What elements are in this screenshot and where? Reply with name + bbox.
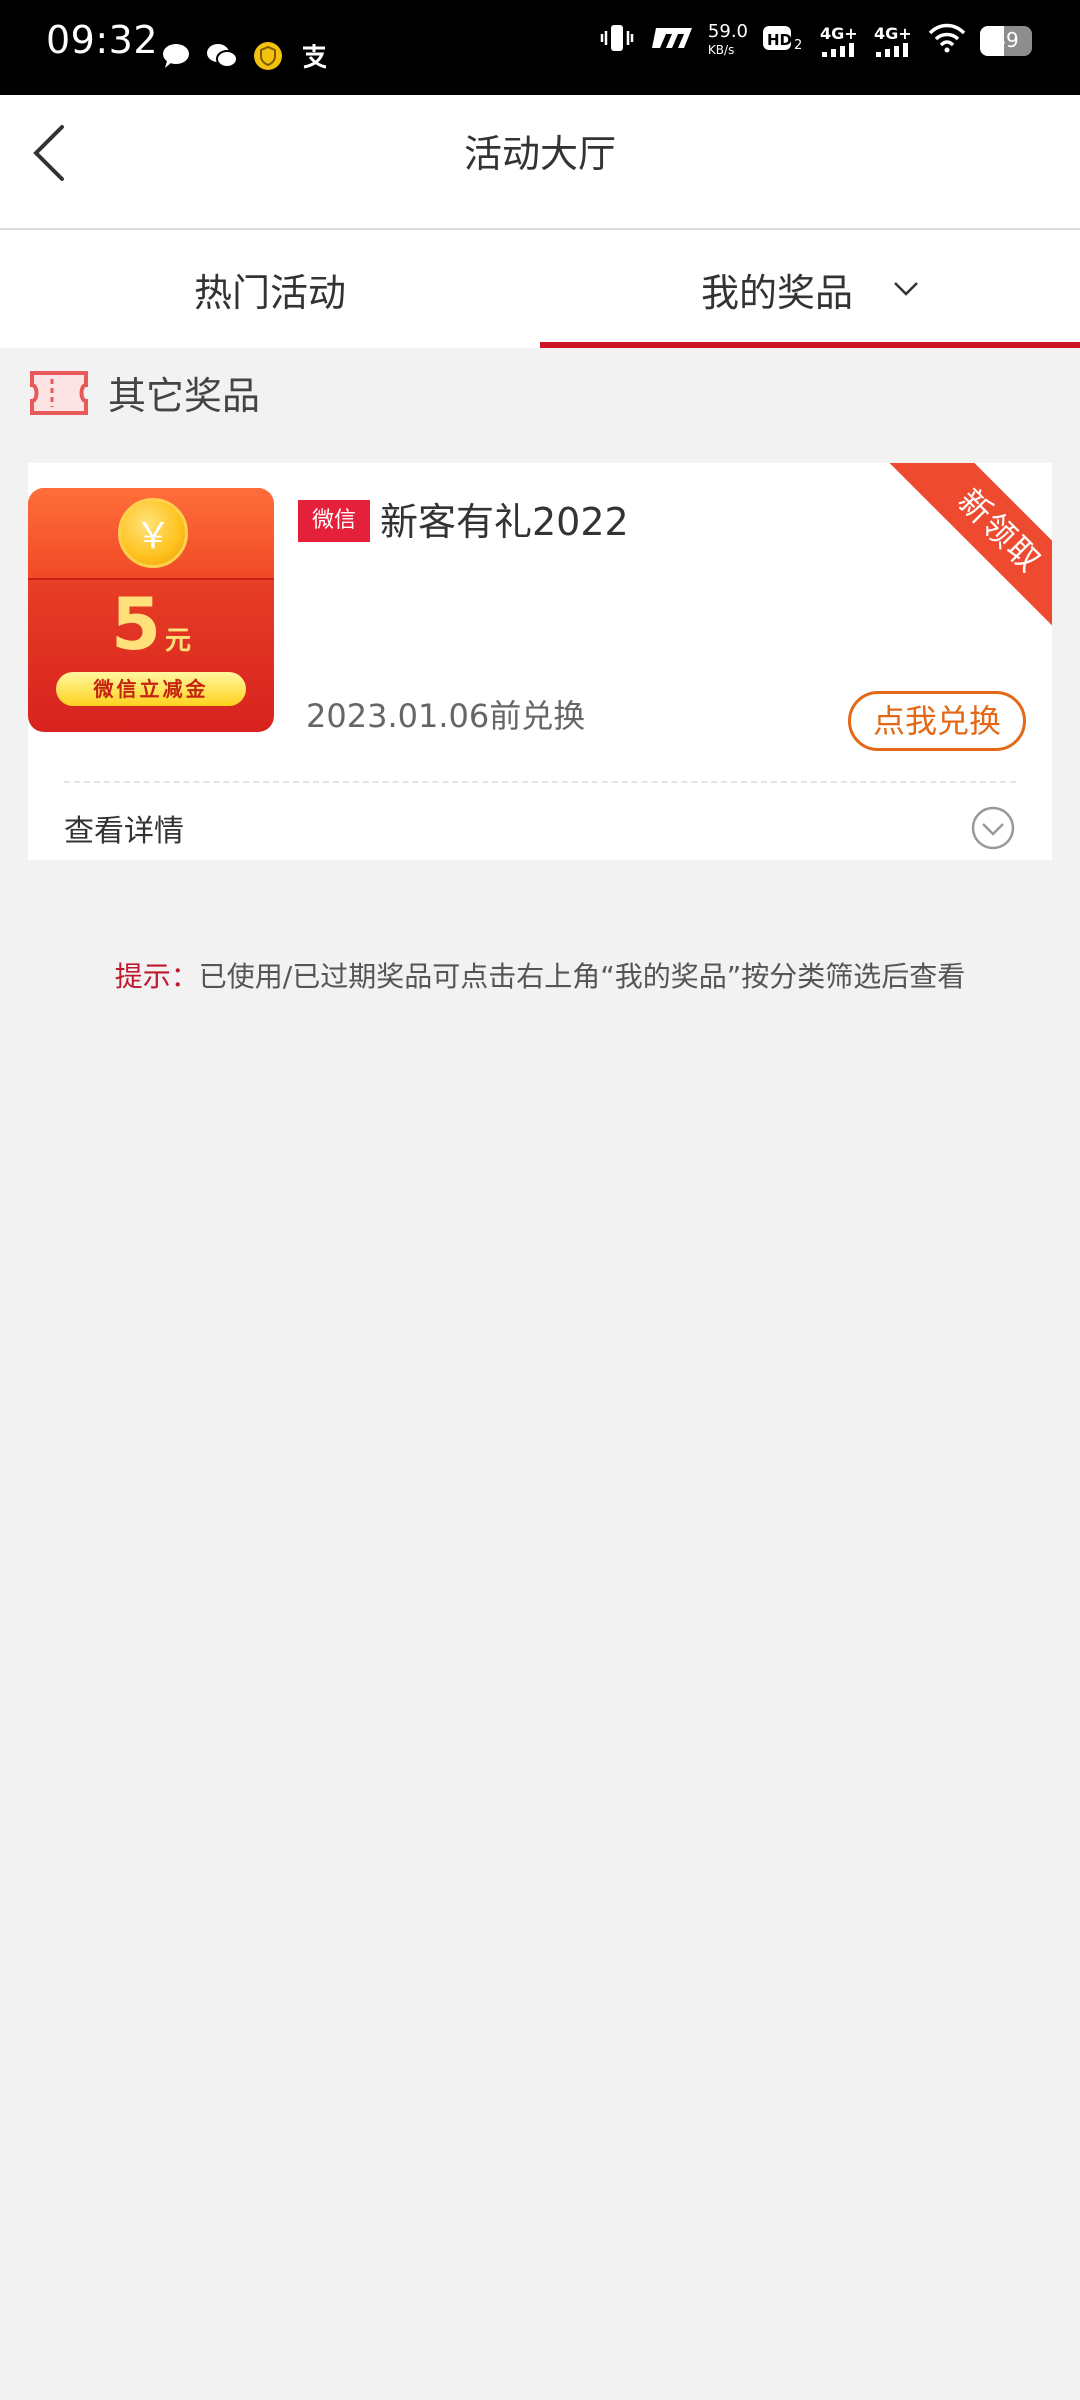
status-right-icons: 59.0 KB/s HD 2 4G+ 4G+ 49 xyxy=(600,22,1032,59)
alipay-icon xyxy=(298,40,330,72)
speed-value: 59.0 xyxy=(707,20,748,42)
expand-circle-icon[interactable] xyxy=(970,805,1016,851)
status-bar: 09:32 59.0 KB/s HD 2 4G+ 4G+ 49 xyxy=(0,0,1080,95)
network-2-label: 4G+ xyxy=(874,24,912,43)
svg-text:HD: HD xyxy=(767,31,792,49)
hint-prefix: 提示： xyxy=(114,960,199,993)
coin-icon: ￥ xyxy=(118,498,188,568)
wechat-icon xyxy=(206,40,238,72)
platform-badge: 微信 xyxy=(298,500,370,542)
app-header: 活动大厅 xyxy=(0,95,1080,230)
new-ribbon: 新领取 xyxy=(880,463,1052,635)
prize-deadline: 2023.01.06前兑换 xyxy=(306,697,586,735)
vibrate-icon xyxy=(600,22,634,59)
svg-text:2: 2 xyxy=(794,38,802,53)
red-envelope-image: ￥ 5元 微信立减金 xyxy=(28,488,274,732)
section-header: 其它奖品 xyxy=(28,365,260,420)
tab-label: 热门活动 xyxy=(193,270,346,315)
section-title: 其它奖品 xyxy=(108,374,261,418)
prize-amount: 5元 xyxy=(28,584,274,681)
tab-label: 我的奖品 xyxy=(700,270,853,315)
details-label: 查看详情 xyxy=(64,814,184,849)
card-divider xyxy=(64,781,1016,783)
hint-body: 已使用/已过期奖品可点击右上角“我的奖品”按分类筛选后查看 xyxy=(198,960,966,993)
status-time: 09:32 xyxy=(46,18,159,62)
envelope-pill-label: 微信立减金 xyxy=(56,672,246,706)
wifi-icon xyxy=(928,23,966,58)
network-speed: 59.0 KB/s xyxy=(707,20,748,59)
ribbon-label: 新领取 xyxy=(886,463,1052,635)
hd-icon: HD 2 xyxy=(762,23,806,58)
tab-bar: 热门活动 我的奖品 xyxy=(0,230,1080,348)
shield-icon xyxy=(252,40,284,72)
network-1-label: 4G+ xyxy=(820,24,858,43)
prize-name: 新客有礼2022 xyxy=(380,500,629,544)
message-icon xyxy=(160,40,192,72)
hint-text: 提示：已使用/已过期奖品可点击右上角“我的奖品”按分类筛选后查看 xyxy=(0,955,1080,995)
page-title: 活动大厅 xyxy=(463,132,616,176)
redeem-button[interactable]: 点我兑换 xyxy=(848,691,1026,751)
battery-icon: 49 xyxy=(980,25,1032,56)
view-details-row[interactable]: 查看详情 xyxy=(64,798,1016,858)
ticket-icon xyxy=(30,370,88,415)
carrier-logo-icon xyxy=(648,26,694,55)
signal-1-icon: 4G+ xyxy=(820,24,860,57)
notification-icons xyxy=(160,40,330,72)
tab-hot-activities[interactable]: 热门活动 xyxy=(0,230,540,348)
tab-my-prizes[interactable]: 我的奖品 xyxy=(540,230,1080,348)
battery-level: 49 xyxy=(993,27,1019,52)
signal-2-icon: 4G+ xyxy=(874,24,914,57)
prize-card: ￥ 5元 微信立减金 微信 新客有礼2022 2023.01.06前兑换 点我兑… xyxy=(28,463,1052,860)
chevron-down-icon xyxy=(894,282,918,296)
amount-unit: 元 xyxy=(165,626,192,656)
speed-unit: KB/s xyxy=(707,42,735,57)
amount-value: 5 xyxy=(110,582,162,666)
